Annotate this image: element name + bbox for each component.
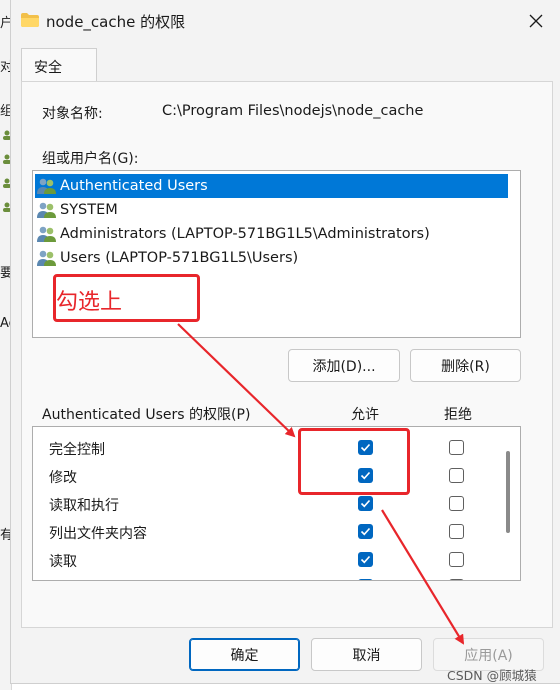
allow-checkbox[interactable] — [358, 579, 373, 580]
checkmark-icon — [360, 527, 371, 536]
window-title: node_cache 的权限 — [46, 13, 186, 31]
list-item[interactable]: Authenticated Users — [35, 174, 508, 198]
permission-name: 完全控制 — [49, 442, 105, 458]
watermark: CSDN @顾城猿 — [447, 668, 537, 683]
list-item-label: SYSTEM — [60, 202, 118, 218]
annotation-box — [298, 428, 410, 495]
allow-header: 允许 — [351, 407, 379, 423]
users-group-icon — [37, 250, 56, 266]
groups-label: 组或用户名(G): — [42, 151, 139, 167]
close-icon — [529, 14, 543, 28]
list-item-label: Authenticated Users — [60, 178, 208, 194]
deny-checkbox[interactable] — [449, 552, 464, 567]
list-item-label: Users (LAPTOP-571BG1L5\Users) — [60, 250, 299, 266]
allow-checkbox[interactable] — [358, 552, 373, 567]
deny-checkbox[interactable] — [449, 579, 464, 580]
permissions-label: Authenticated Users 的权限(P) — [42, 407, 251, 423]
cancel-button[interactable]: 取消 — [311, 638, 422, 671]
scrollbar[interactable] — [498, 427, 520, 580]
deny-checkbox[interactable] — [449, 440, 464, 455]
users-group-icon — [37, 226, 56, 242]
ok-button[interactable]: 确定 — [189, 638, 300, 671]
list-item[interactable]: SYSTEM — [35, 198, 508, 222]
deny-header: 拒绝 — [444, 407, 472, 423]
users-group-icon — [37, 202, 56, 218]
deny-checkbox[interactable] — [449, 496, 464, 511]
list-item-label: Administrators (LAPTOP-571BG1L5\Administ… — [60, 226, 430, 242]
permission-name: 修改 — [49, 470, 77, 486]
folder-icon — [21, 13, 39, 27]
users-group-icon — [37, 178, 56, 194]
permissions-list[interactable]: 完全控制 修改 读取和执行 列出文件夹内容 读取 — [32, 426, 521, 581]
scrollbar-thumb[interactable] — [506, 451, 510, 533]
allow-checkbox[interactable] — [358, 496, 373, 511]
permission-name: 列出文件夹内容 — [49, 526, 147, 542]
checkmark-icon — [360, 555, 371, 564]
tab-security[interactable]: 安全 — [21, 48, 97, 82]
deny-checkbox[interactable] — [449, 468, 464, 483]
close-button[interactable] — [523, 8, 549, 34]
remove-button[interactable]: 删除(R) — [410, 349, 521, 382]
object-name-value: C:\Program Files\nodejs\node_cache — [162, 103, 424, 119]
title-bar[interactable]: node_cache 的权限 — [11, 0, 560, 40]
checkmark-icon — [360, 499, 371, 508]
list-item[interactable]: Administrators (LAPTOP-571BG1L5\Administ… — [35, 222, 508, 246]
annotation-text: 勾选上 — [56, 290, 123, 315]
deny-checkbox[interactable] — [449, 524, 464, 539]
allow-checkbox[interactable] — [358, 524, 373, 539]
object-name-label: 对象名称: — [42, 106, 103, 122]
permission-name: 读取和执行 — [49, 498, 119, 514]
permission-name: 读取 — [49, 554, 77, 570]
add-button[interactable]: 添加(D)... — [288, 349, 400, 382]
list-item[interactable]: Users (LAPTOP-571BG1L5\Users) — [35, 246, 508, 270]
